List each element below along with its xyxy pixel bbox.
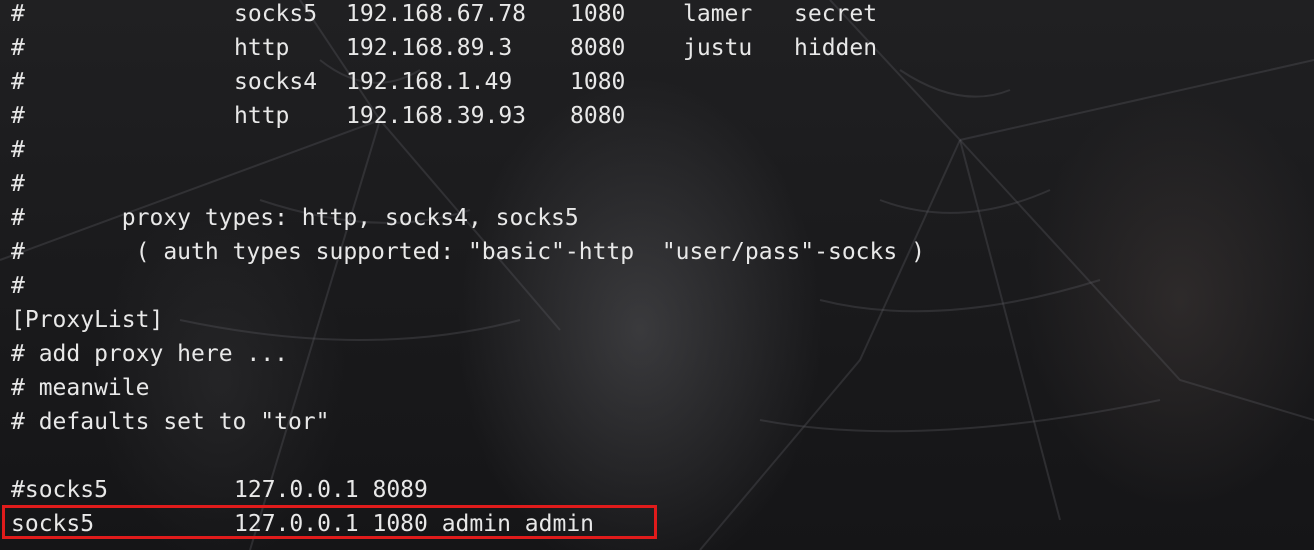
config-line: # http 192.168.89.3 8080 justu hidden [11,31,877,65]
proxy-type: http [234,35,290,61]
proxy-user: lamer [683,1,753,27]
proxy-type: socks5 [234,1,318,27]
config-line: # http 192.168.39.93 8080 [11,99,625,133]
comment-auth-types: # ( auth types supported: "basic"-http "… [11,239,925,265]
comment-hash: # [11,103,25,129]
proxy-ip: 192.168.89.3 [346,35,513,61]
entry-address: 127.0.0.1 8089 [234,477,428,503]
proxy-pass: hidden [794,35,878,61]
config-line: # socks4 192.168.1.49 1080 [11,65,625,99]
proxy-ip: 192.168.39.93 [346,103,527,129]
section-header: [ProxyList] [11,307,164,333]
comment-line: # [11,137,25,163]
proxy-port: 1080 [570,1,626,27]
comment-hash: # [11,35,25,61]
highlight-annotation-box [2,505,657,539]
comment-meanwile: # meanwile [11,375,150,401]
terminal-output: # socks5 192.168.67.78 1080 lamer secret… [11,0,1301,550]
entry-type: #socks5 [11,477,108,503]
comment-hash: # [11,69,25,95]
comment-proxy-types: # proxy types: http, socks4, socks5 [11,205,579,231]
proxy-port: 8080 [570,35,626,61]
comment-line: # [11,171,25,197]
proxy-entry-commented: #socks5 127.0.0.1 8089 [11,473,428,507]
comment-add-proxy: # add proxy here ... [11,341,288,367]
proxy-ip: 192.168.67.78 [346,1,527,27]
comment-hash: # [11,1,25,27]
proxy-type: http [234,103,290,129]
proxy-port: 1080 [570,69,626,95]
proxy-port: 8080 [570,103,626,129]
proxy-pass: secret [794,1,878,27]
proxy-type: socks4 [234,69,318,95]
comment-defaults: # defaults set to "tor" [11,409,330,435]
config-line: # socks5 192.168.67.78 1080 lamer secret [11,0,877,31]
proxy-ip: 192.168.1.49 [346,69,513,95]
proxy-user: justu [683,35,753,61]
comment-line: # [11,273,25,299]
